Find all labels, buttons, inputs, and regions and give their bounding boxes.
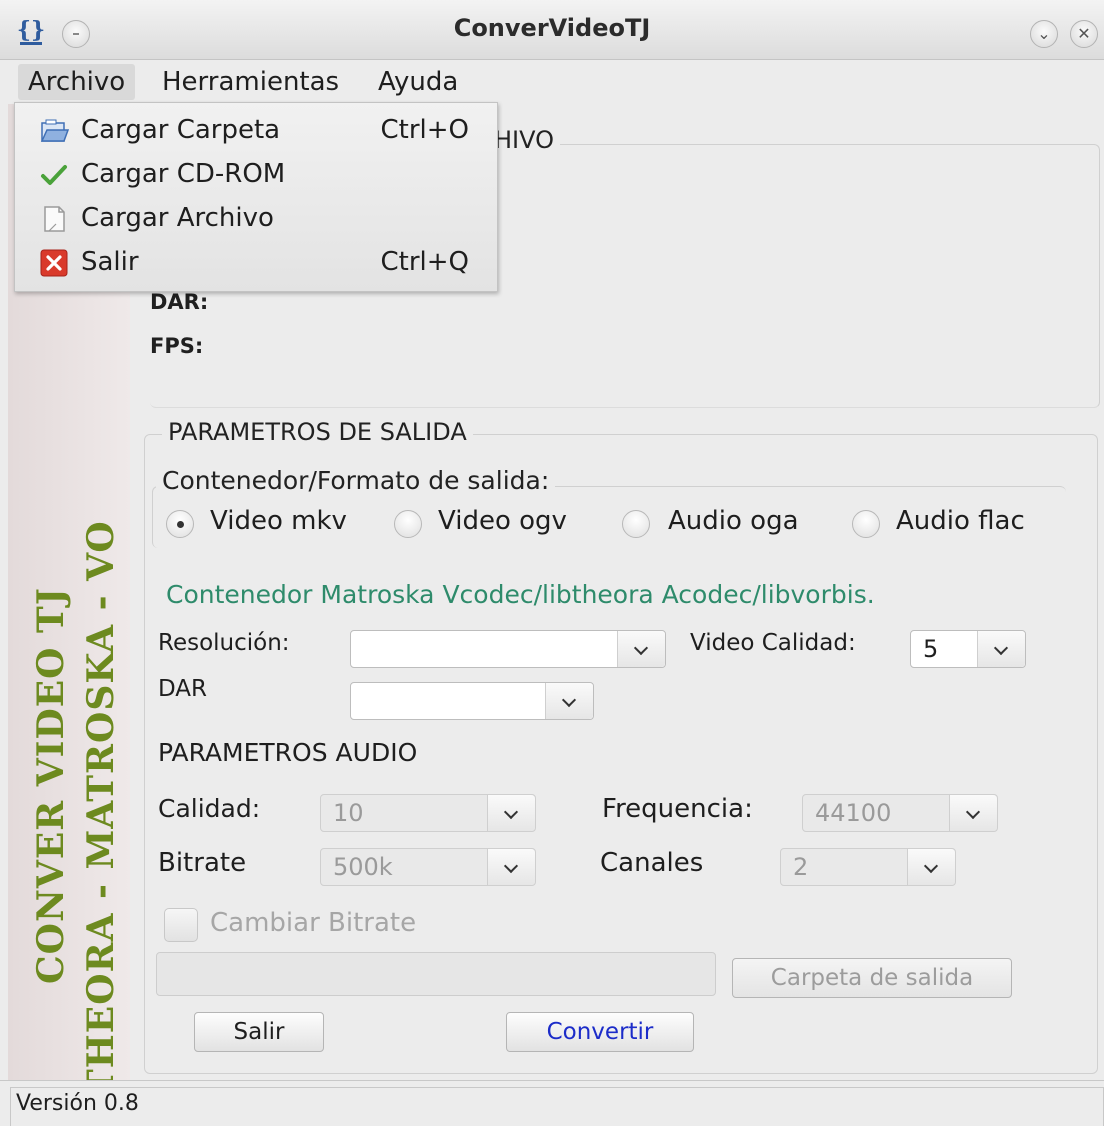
- fps-info-label: FPS:: [150, 334, 204, 358]
- chevron-down-icon: [487, 795, 535, 831]
- resolution-label: Resolución:: [158, 630, 290, 656]
- container-format-legend: Contenedor/Formato de salida:: [156, 466, 556, 495]
- radio-audio-flac-label[interactable]: Audio flac: [896, 506, 1025, 536]
- dar-label: DAR: [158, 676, 208, 702]
- chevron-down-icon: [977, 631, 1025, 667]
- banner-subtitle: THEORA - MATROSKA - VO: [80, 520, 122, 1080]
- video-quality-value: 5: [923, 635, 939, 663]
- format-description: Contenedor Matroska Vcodec/libtheora Aco…: [166, 580, 875, 609]
- menu-item-label: Cargar Carpeta: [81, 115, 281, 145]
- radio-video-ogv[interactable]: [394, 510, 422, 538]
- change-bitrate-label[interactable]: Cambiar Bitrate: [210, 908, 416, 938]
- convert-button[interactable]: Convertir: [506, 1012, 694, 1052]
- resolution-select[interactable]: [350, 630, 666, 668]
- file-icon: [39, 205, 69, 233]
- title-bar: {} ConverVideoTJ ⌄ ✕: [0, 0, 1104, 60]
- audio-params-heading: PARAMETROS AUDIO: [158, 738, 418, 767]
- menu-item-cargar-cdrom[interactable]: Cargar CD-ROM: [15, 153, 497, 197]
- banner-title: CONVER VIDEO TJ: [30, 587, 72, 984]
- menu-bar: Archivo Herramientas Ayuda: [8, 60, 1100, 104]
- menu-item-cargar-archivo[interactable]: Cargar Archivo: [15, 197, 497, 241]
- radio-audio-oga[interactable]: [622, 510, 650, 538]
- archivo-menu: Cargar Carpeta Ctrl+O Cargar CD-ROM Carg…: [14, 102, 498, 292]
- status-panel: [10, 1087, 1104, 1126]
- chevron-down-icon: [907, 849, 955, 885]
- menu-ayuda[interactable]: Ayuda: [368, 64, 468, 100]
- frequency-label: Frequencia:: [602, 794, 753, 824]
- output-folder-path-input[interactable]: [156, 952, 716, 996]
- bitrate-value: 500k: [333, 853, 393, 881]
- audio-quality-label: Calidad:: [158, 794, 261, 823]
- frequency-value: 44100: [815, 799, 892, 827]
- radio-audio-flac[interactable]: [852, 510, 880, 538]
- exit-button[interactable]: Salir: [194, 1012, 324, 1052]
- channels-value: 2: [793, 853, 809, 881]
- window-title: ConverVideoTJ: [453, 14, 651, 42]
- radio-video-mkv-label[interactable]: Video mkv: [210, 506, 347, 536]
- version-label: Versión 0.8: [16, 1091, 139, 1116]
- menu-item-shortcut: Ctrl+Q: [380, 247, 469, 277]
- bitrate-select[interactable]: 500k: [320, 848, 536, 886]
- bitrate-label: Bitrate: [158, 848, 247, 878]
- video-quality-select[interactable]: 5: [910, 630, 1026, 668]
- chevron-down-icon: [949, 795, 997, 831]
- menu-item-label: Cargar CD-ROM: [81, 159, 286, 189]
- status-bar: Versión 0.8: [0, 1080, 1104, 1126]
- menu-archivo[interactable]: Archivo: [18, 64, 136, 100]
- folder-icon: [39, 117, 70, 145]
- menu-item-label: Salir: [81, 247, 139, 277]
- menu-herramientas[interactable]: Herramientas: [152, 64, 349, 100]
- exit-icon: [39, 249, 69, 277]
- radio-video-mkv[interactable]: [166, 510, 194, 538]
- chevron-down-icon: [487, 849, 535, 885]
- chevron-down-icon: [617, 631, 665, 667]
- checkmark-icon: [39, 161, 69, 189]
- menu-item-shortcut: Ctrl+O: [380, 115, 469, 145]
- dar-select[interactable]: [350, 682, 594, 720]
- frequency-select[interactable]: 44100: [802, 794, 998, 832]
- menu-item-salir[interactable]: Salir Ctrl+Q: [15, 241, 497, 285]
- file-info-legend: HIVO: [488, 126, 561, 154]
- radio-audio-oga-label[interactable]: Audio oga: [668, 506, 799, 536]
- close-button[interactable]: ✕: [1070, 20, 1098, 48]
- radio-video-ogv-label[interactable]: Video ogv: [438, 506, 567, 536]
- audio-quality-select[interactable]: 10: [320, 794, 536, 832]
- channels-label: Canales: [600, 848, 704, 878]
- video-quality-label: Video Calidad:: [690, 630, 856, 656]
- output-folder-button[interactable]: Carpeta de salida: [732, 958, 1012, 998]
- audio-quality-value: 10: [333, 799, 364, 827]
- menu-item-label: Cargar Archivo: [81, 203, 274, 233]
- change-bitrate-checkbox[interactable]: [164, 908, 198, 942]
- output-params-legend: PARAMETROS DE SALIDA: [162, 418, 473, 446]
- window-menu-button[interactable]: ⌄: [1030, 20, 1058, 48]
- channels-select[interactable]: 2: [780, 848, 956, 886]
- chevron-down-icon: [545, 683, 593, 719]
- dar-info-label: DAR:: [150, 290, 209, 314]
- menu-item-cargar-carpeta[interactable]: Cargar Carpeta Ctrl+O: [15, 109, 497, 153]
